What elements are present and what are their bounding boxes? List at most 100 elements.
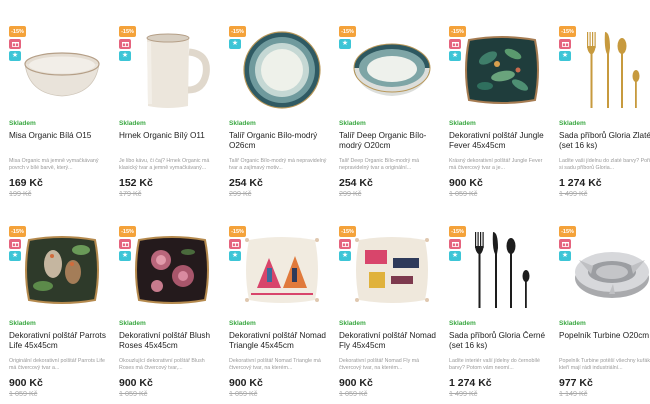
product-name[interactable]: Dekorativní polštář Parrots Life 45x45cm (9, 331, 111, 353)
product-name[interactable]: Dekorativní polštář Nomad Triangle 45x45… (229, 331, 331, 353)
product-price: 169 Kč (9, 177, 43, 189)
badge-stack: -15% ★ (559, 26, 576, 61)
stock-status: Skladem (339, 120, 366, 127)
product-image[interactable] (463, 226, 541, 314)
badge-stack: -15% ★ (119, 26, 136, 61)
star-icon: ★ (119, 251, 131, 261)
plate-image (243, 31, 321, 109)
product-description: Okouzlující dekorativní polštář Blush Ro… (119, 358, 205, 371)
star-icon: ★ (229, 251, 241, 261)
badge-stack: -15% ★ (449, 226, 466, 261)
product-name[interactable]: Dekorativní polštář Jungle Fever 45x45cm (449, 131, 551, 153)
old-price: 1 499 Kč (559, 189, 588, 198)
cutlery-black-image (475, 232, 530, 308)
product-description: Originální dekorativní polštář Parrots L… (9, 358, 105, 371)
gift-icon (229, 239, 241, 249)
pillow-nomad-triangle-image (245, 237, 319, 303)
old-price: 1 059 Kč (449, 189, 478, 198)
product-card[interactable]: -15% ★ Skladem Dekorativní polštář Nomad… (335, 210, 445, 404)
product-price: 900 Kč (339, 377, 373, 389)
old-price: 1 059 Kč (339, 389, 368, 398)
product-image[interactable] (23, 26, 101, 114)
discount-badge: -15% (559, 226, 576, 237)
product-image[interactable] (23, 226, 101, 314)
product-price: 900 Kč (119, 377, 153, 389)
star-icon: ★ (9, 251, 21, 261)
product-name[interactable]: Dekorativní polštář Blush Roses 45x45cm (119, 331, 221, 353)
product-name[interactable]: Popelník Turbine O20cm (559, 331, 650, 353)
gift-icon (339, 239, 351, 249)
product-name[interactable]: Misa Organic Bílá O15 (9, 131, 111, 153)
product-card[interactable]: -15% ★ Skladem Talíř Deep Organic Bílo-m… (335, 10, 445, 210)
product-image[interactable] (133, 26, 211, 114)
product-image[interactable] (573, 226, 650, 314)
discount-badge: -15% (229, 226, 246, 237)
badge-stack: -15% ★ (229, 226, 246, 261)
star-icon: ★ (449, 51, 461, 61)
product-price: 900 Kč (449, 177, 483, 189)
product-name[interactable]: Hrnek Organic Bílý O11 (119, 131, 221, 153)
pillow-roses-image (135, 236, 209, 304)
old-price: 199 Kč (9, 189, 32, 198)
badge-stack: -15% ★ (339, 26, 356, 49)
product-image[interactable] (353, 226, 431, 314)
product-description: Dekorativní polštář Nomad Fly má čtverco… (339, 358, 420, 371)
product-description: Popelník Turbine potěší všechny kuřáky, … (559, 358, 650, 371)
gift-icon (9, 39, 21, 49)
star-icon: ★ (119, 51, 131, 61)
product-name[interactable]: Dekorativní polštář Nomad Fly 45x45cm (339, 331, 441, 353)
product-card[interactable]: -15% ★ Skladem Dekorativní polštář Parro… (5, 210, 115, 404)
product-card[interactable]: -15% ★ Skladem Hrnek Organic Bílý O11 Je… (115, 10, 225, 210)
discount-badge: -15% (119, 26, 136, 37)
old-price: 1 059 Kč (119, 389, 148, 398)
product-image[interactable] (573, 26, 650, 114)
product-image[interactable] (133, 226, 211, 314)
product-card[interactable]: -15% ★ Skladem Talíř Organic Bílo-modrý … (225, 10, 335, 210)
badge-stack: -15% ★ (119, 226, 136, 261)
badge-stack: -15% ★ (9, 226, 26, 261)
product-description: Talíř Organic Bílo-modrý má nepravidelný… (229, 158, 327, 171)
star-icon: ★ (339, 39, 351, 49)
product-card[interactable]: -15% ★ Skladem Dekorativní polštář Jungl… (445, 10, 555, 210)
product-card[interactable]: -15% ★ Skladem Sada příborů Gloria Černé… (445, 210, 555, 404)
stock-status: Skladem (449, 320, 476, 327)
product-description: Krásný dekorativní polštář Jungle Fever … (449, 158, 543, 171)
product-image[interactable] (243, 226, 321, 314)
star-icon: ★ (339, 251, 351, 261)
gift-icon (449, 239, 461, 249)
discount-badge: -15% (449, 26, 466, 37)
product-name[interactable]: Talíř Deep Organic Bílo-modrý O20cm (339, 131, 441, 153)
product-description: Je libo kávu, či čaj? Hrnek Organic má k… (119, 158, 210, 171)
product-card[interactable]: -15% ★ Skladem Sada příborů Gloria Zlaté… (555, 10, 650, 210)
product-price: 900 Kč (229, 377, 263, 389)
pillow-jungle-image (465, 36, 539, 104)
gift-icon (119, 239, 131, 249)
product-name[interactable]: Talíř Organic Bílo-modrý O26cm (229, 131, 331, 153)
product-name[interactable]: Sada příborů Gloria Černé (set 16 ks) (449, 331, 551, 353)
product-price: 1 274 Kč (449, 377, 492, 389)
stock-status: Skladem (119, 120, 146, 127)
product-image[interactable] (463, 26, 541, 114)
product-image[interactable] (353, 26, 431, 114)
product-description: Misa Organic má jemně vymačkávaný povrch… (9, 158, 99, 171)
product-grid: -15% ★ Skladem Misa Organic Bílá O15 Mis… (0, 0, 650, 404)
product-name[interactable]: Sada příborů Gloria Zlaté (set 16 ks) (559, 131, 650, 153)
product-price: 254 Kč (339, 177, 373, 189)
gift-icon (449, 39, 461, 49)
discount-badge: -15% (339, 26, 356, 37)
product-card[interactable]: -15% ★ Skladem Dekorativní polštář Blush… (115, 210, 225, 404)
product-card[interactable]: -15% ★ Skladem Popelník Turbine O20cm Po… (555, 210, 650, 404)
star-icon: ★ (559, 51, 571, 61)
product-card[interactable]: -15% ★ Skladem Misa Organic Bílá O15 Mis… (5, 10, 115, 210)
deep-plate-image (353, 43, 431, 96)
badge-stack: -15% ★ (559, 226, 576, 261)
discount-badge: -15% (9, 226, 26, 237)
stock-status: Skladem (9, 120, 36, 127)
gift-icon (559, 39, 571, 49)
badge-stack: -15% ★ (339, 226, 356, 261)
discount-badge: -15% (9, 26, 26, 37)
stock-status: Skladem (339, 320, 366, 327)
stock-status: Skladem (559, 320, 586, 327)
product-image[interactable] (243, 26, 321, 114)
product-card[interactable]: -15% ★ Skladem Dekorativní polštář Nomad… (225, 210, 335, 404)
